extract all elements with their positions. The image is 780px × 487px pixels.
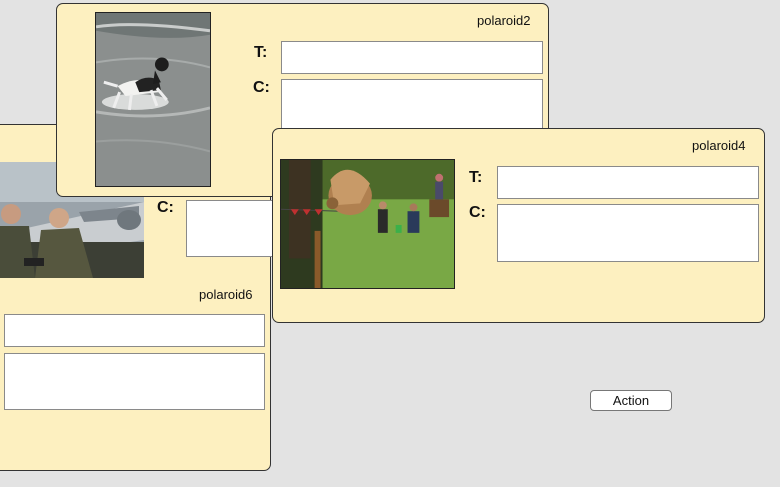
polaroid4-title-input[interactable] [497, 166, 759, 199]
action-button[interactable]: Action [590, 390, 672, 411]
polaroid6-caption-input-upper[interactable] [186, 200, 276, 257]
polaroid4-caption-label: C: [469, 204, 486, 221]
polaroid4-caption-input[interactable] [497, 204, 759, 262]
polaroid4-title: polaroid4 [692, 138, 746, 153]
polaroid2-title: polaroid2 [477, 13, 531, 28]
polaroid2-title-input[interactable] [281, 41, 543, 74]
polaroid2-title-label: T: [254, 44, 268, 61]
polaroid4-photo [280, 159, 455, 289]
polaroid4-title-label: T: [469, 169, 483, 186]
polaroid6-title-input[interactable] [4, 314, 265, 347]
polaroid6-title: polaroid6 [199, 287, 253, 302]
polaroid6-caption-input[interactable] [4, 353, 265, 410]
polaroid-card-4[interactable]: polaroid4 T: C: [272, 128, 765, 323]
polaroid2-photo [95, 12, 211, 187]
polaroid2-caption-label: C: [253, 79, 270, 96]
polaroid6-caption-label: C: [157, 199, 174, 216]
